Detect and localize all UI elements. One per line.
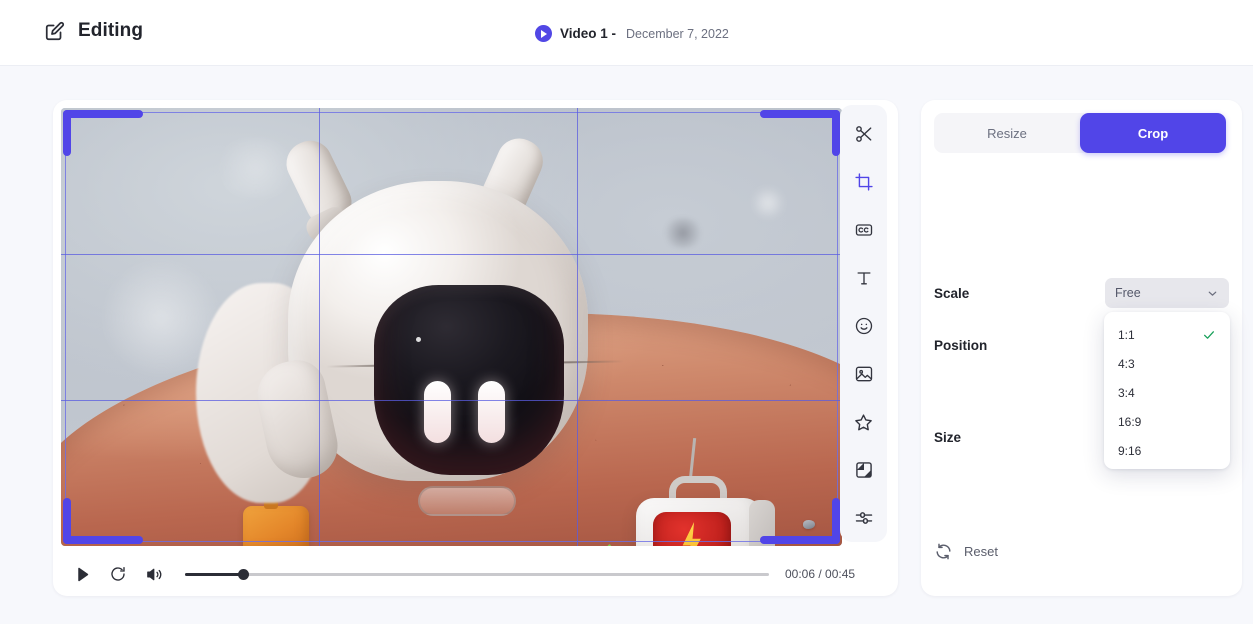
scene-pebble [803,520,815,529]
header-left-group: Editing [44,20,143,42]
tab-resize[interactable]: Resize [934,113,1080,153]
scale-select-value: Free [1115,286,1141,300]
video-name: Video 1 - [560,26,617,41]
scale-option-label: 4:3 [1118,356,1135,371]
crop-icon [854,173,873,191]
volume-speaker-icon [146,568,161,580]
edit-square-icon [44,20,66,42]
video-date: December 7, 2022 [626,26,729,41]
chevron-down-icon [1206,287,1219,300]
reset-label: Reset [964,544,998,559]
scene-bokeh [661,218,705,248]
scale-option-label: 16:9 [1118,414,1142,429]
captions-cc-icon [855,224,872,236]
tool-image[interactable] [851,361,877,387]
tool-cut[interactable] [851,121,877,147]
text-icon [857,272,870,285]
app-header: Editing Video 1 - December 7, 2022 [0,0,1253,66]
tool-captions[interactable] [851,217,877,243]
reset-button[interactable]: Reset [934,542,998,561]
robot-eye-left [424,381,451,443]
scale-option-1-1[interactable]: 1:1 [1104,320,1230,349]
cut-icon [855,126,871,142]
seek-slider[interactable] [185,567,769,581]
tool-filters[interactable] [851,505,877,531]
star-icon [855,413,872,430]
time-display: 00:06 / 00:45 [785,567,856,581]
position-label: Position [934,338,988,353]
filters-sliders-icon [855,512,872,524]
scene-robot [196,131,636,533]
play-circle-icon [535,25,552,42]
check-icon [1202,328,1216,342]
image-icon [855,366,872,382]
replay-button[interactable] [105,561,131,587]
tab-crop[interactable]: Crop [1080,113,1226,153]
video-canvas[interactable] [61,108,842,546]
scale-option-3-4[interactable]: 3:4 [1104,378,1230,407]
scale-label: Scale [934,286,970,301]
video-frame-image [61,108,842,546]
tool-transitions[interactable] [851,457,877,483]
seek-handle[interactable] [237,569,249,580]
play-button[interactable] [69,561,95,587]
scale-dropdown-menu[interactable]: 1:1 4:3 3:4 16:9 9:16 [1104,312,1230,469]
seek-track [185,573,769,576]
scale-option-4-3[interactable]: 4:3 [1104,349,1230,378]
seek-fill [185,573,244,576]
refresh-icon [934,542,953,561]
volume-button[interactable] [141,561,167,587]
video-player-card: 00:06 / 00:45 [53,100,898,596]
tool-crop[interactable] [851,169,877,195]
crop-settings-panel: Resize Crop Scale Position Size Free 1:1… [921,100,1242,596]
scale-select[interactable]: Free [1105,278,1229,308]
page-title: Editing [78,20,144,41]
tool-text[interactable] [851,265,877,291]
robot-eye-right [478,381,505,443]
tool-emoji[interactable] [851,313,877,339]
player-controls: 00:06 / 00:45 [53,552,898,596]
panel-tabs: Resize Crop [934,113,1226,153]
robot-visor [374,285,564,475]
scale-option-9-16[interactable]: 9:16 [1104,436,1230,465]
robot-visor-highlight [416,337,421,342]
scale-option-label: 1:1 [1118,327,1135,342]
replay-rotate-icon [111,567,125,581]
transition-icon [855,462,872,478]
size-label: Size [934,430,962,445]
scale-option-label: 3:4 [1118,385,1135,400]
scene-bokeh [751,186,785,220]
emoji-smiley-icon [855,317,872,335]
play-icon [77,567,88,581]
scale-option-label: 9:16 [1118,443,1142,458]
video-title-group: Video 1 - December 7, 2022 [535,25,729,42]
robot-mouth-plate [418,486,516,516]
scale-option-16-9[interactable]: 16:9 [1104,407,1230,436]
edit-tools-toolbar [840,105,887,542]
tool-effects[interactable] [851,409,877,435]
